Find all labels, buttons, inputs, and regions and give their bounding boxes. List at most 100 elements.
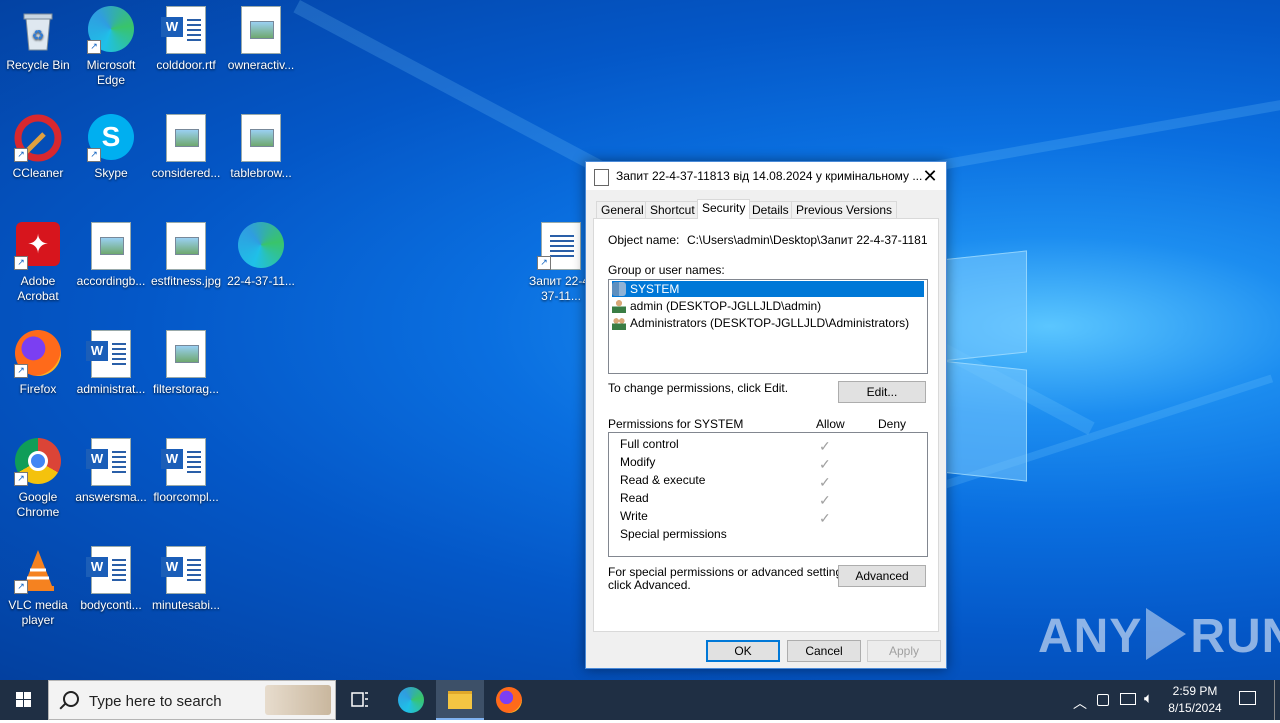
user-item-system[interactable]: SYSTEM (612, 281, 924, 297)
tab-shortcut[interactable]: Shortcut (645, 201, 700, 218)
word-doc-icon: W (161, 546, 210, 594)
desktop-icon-colddoor[interactable]: W colddoor.rtf (148, 0, 224, 73)
show-hidden-icons[interactable]: ︿ (1070, 680, 1088, 720)
document-icon (594, 169, 609, 186)
firefox-icon: ↗ (14, 330, 62, 378)
permissions-list[interactable]: Full control ✓ Modify ✓ Read & execute ✓… (608, 432, 928, 557)
desktop-icon-ccleaner[interactable]: ↗ CCleaner (0, 108, 76, 181)
desktop-icon-label: 22-4-37-11... (227, 274, 295, 288)
allow-check-icon: ✓ (819, 456, 831, 472)
action-center-button[interactable] (1234, 680, 1262, 720)
close-icon[interactable]: ✕ (914, 162, 946, 190)
taskbar-edge[interactable] (386, 680, 434, 720)
group-icon (612, 282, 626, 296)
user-item-administrators[interactable]: Administrators (DESKTOP-JGLLJLD\Administ… (612, 315, 924, 331)
desktop-icon-owneractiv[interactable]: owneractiv... (223, 0, 299, 73)
desktop-icon-label: filterstorag... (152, 382, 220, 396)
image-file-icon (237, 6, 285, 54)
vlc-icon: ↗ (14, 546, 62, 594)
permission-row: Modify (620, 455, 656, 469)
user-name: Administrators (DESKTOP-JGLLJLD\Administ… (630, 316, 910, 330)
deny-header: Deny (878, 417, 907, 431)
tray-volume[interactable]: 🔈︎ (1142, 680, 1160, 720)
object-name-value[interactable]: C:\Users\admin\Desktop\Запит 22-4-37-118… (687, 233, 927, 247)
desktop-icon-label: answersma... (75, 490, 147, 504)
word-doc-icon: W (161, 6, 210, 54)
image-file-icon (162, 222, 210, 270)
desktop-icon-recycle-bin[interactable]: ♻ Recycle Bin (0, 0, 76, 73)
ccleaner-icon: ↗ (14, 114, 62, 162)
desktop-icon-label: owneractiv... (227, 58, 295, 72)
advanced-button[interactable]: Advanced (838, 565, 926, 587)
desktop-icon-label: tablebrow... (230, 166, 292, 180)
desktop-icon-edge[interactable]: ↗ Microsoft Edge (73, 0, 149, 88)
desktop-icon-google-chrome[interactable]: ↗ Google Chrome (0, 432, 76, 520)
tab-security[interactable]: Security (697, 199, 751, 219)
cancel-button[interactable]: Cancel (787, 640, 861, 662)
desktop-icon-floorcompl[interactable]: W floorcompl... (148, 432, 224, 505)
play-icon (1146, 608, 1187, 660)
show-desktop-button[interactable] (1274, 680, 1280, 720)
user-list[interactable]: SYSTEM admin (DESKTOP-JGLLJLD\admin) Adm… (608, 279, 928, 374)
image-file-icon (87, 222, 135, 270)
allow-check-icon: ✓ (819, 510, 831, 526)
chrome-icon: ↗ (14, 438, 62, 486)
desktop-icon-answersma[interactable]: W answersma... (73, 432, 149, 505)
taskbar-firefox[interactable] (484, 680, 532, 720)
desktop-icon-estfitness[interactable]: estfitness.jpg (148, 216, 224, 289)
tray-network[interactable] (1118, 680, 1136, 720)
desktop-icon-skype[interactable]: S ↗ Skype (73, 108, 149, 181)
desktop-icon-accordingb[interactable]: accordingb... (73, 216, 149, 289)
clock[interactable]: 2:59 PM 8/15/2024 (1160, 683, 1230, 717)
desktop-icon-label: floorcompl... (153, 490, 219, 504)
desktop-icon-considered[interactable]: considered... (148, 108, 224, 181)
desktop-icon-label: accordingb... (76, 274, 146, 288)
image-file-icon (237, 114, 285, 162)
search-placeholder: Type here to search (89, 693, 222, 710)
desktop-icon-label: minutesabi... (151, 598, 221, 612)
desktop-icon-label: Microsoft Edge (86, 58, 136, 87)
user-item-admin[interactable]: admin (DESKTOP-JGLLJLD\admin) (612, 298, 924, 314)
change-permissions-text: To change permissions, click Edit. (608, 381, 789, 395)
permissions-label: Permissions for SYSTEM (608, 417, 744, 431)
edit-button[interactable]: Edit... (838, 381, 926, 403)
permission-row: Full control (620, 437, 679, 451)
anyrun-watermark: ANY RUN (1038, 608, 1280, 664)
search-box[interactable]: Type here to search (48, 680, 336, 720)
taskbar-file-explorer[interactable] (436, 680, 484, 720)
ok-button[interactable]: OK (706, 640, 780, 662)
task-view-button[interactable] (336, 680, 384, 720)
desktop-icon-tablebrow[interactable]: tablebrow... (223, 108, 299, 181)
notification-icon (1239, 691, 1256, 705)
desktop-icon-firefox[interactable]: ↗ Firefox (0, 324, 76, 397)
tab-previous-versions[interactable]: Previous Versions (791, 201, 898, 218)
word-doc-icon: W (86, 330, 135, 378)
dialog-titlebar[interactable]: Запит 22-4-37-11813 від 14.08.2024 у кри… (586, 162, 946, 190)
recycle-bin-icon: ♻ (14, 6, 62, 54)
folder-icon (448, 691, 472, 709)
clock-time: 2:59 PM (1172, 684, 1218, 698)
watermark-text: ANY (1038, 610, 1143, 663)
desktop-icon-vlc[interactable]: ↗ VLC media player (0, 540, 76, 628)
desktop-icon-minutesabi[interactable]: W minutesabi... (148, 540, 224, 613)
desktop-icon-22-4-37[interactable]: 22-4-37-11... (223, 216, 299, 289)
windows-icon (16, 692, 31, 707)
edge-icon (398, 687, 424, 713)
apply-button[interactable]: Apply (867, 640, 941, 662)
user-name: SYSTEM (630, 282, 680, 296)
user-icon (612, 299, 626, 313)
desktop-icon-adobe-acrobat[interactable]: ✦ ↗ Adobe Acrobat (0, 216, 76, 304)
start-button[interactable] (0, 680, 48, 720)
tab-general[interactable]: General (596, 201, 649, 218)
desktop-icon-filterstorag[interactable]: filterstorag... (148, 324, 224, 397)
desktop-icon-label: bodyconti... (80, 598, 142, 612)
dialog-title: Запит 22-4-37-11813 від 14.08.2024 у кри… (616, 169, 923, 183)
skype-icon: S ↗ (87, 114, 135, 162)
desktop-icon-bodyconti[interactable]: W bodyconti... (73, 540, 149, 613)
word-doc-icon: W (86, 546, 135, 594)
desktop-icon-label: Google Chrome (16, 490, 60, 519)
permission-row: Write (620, 509, 648, 523)
tab-details[interactable]: Details (747, 201, 794, 218)
tray-meet[interactable] (1094, 680, 1112, 720)
desktop-icon-administrat[interactable]: W administrat... (73, 324, 149, 397)
